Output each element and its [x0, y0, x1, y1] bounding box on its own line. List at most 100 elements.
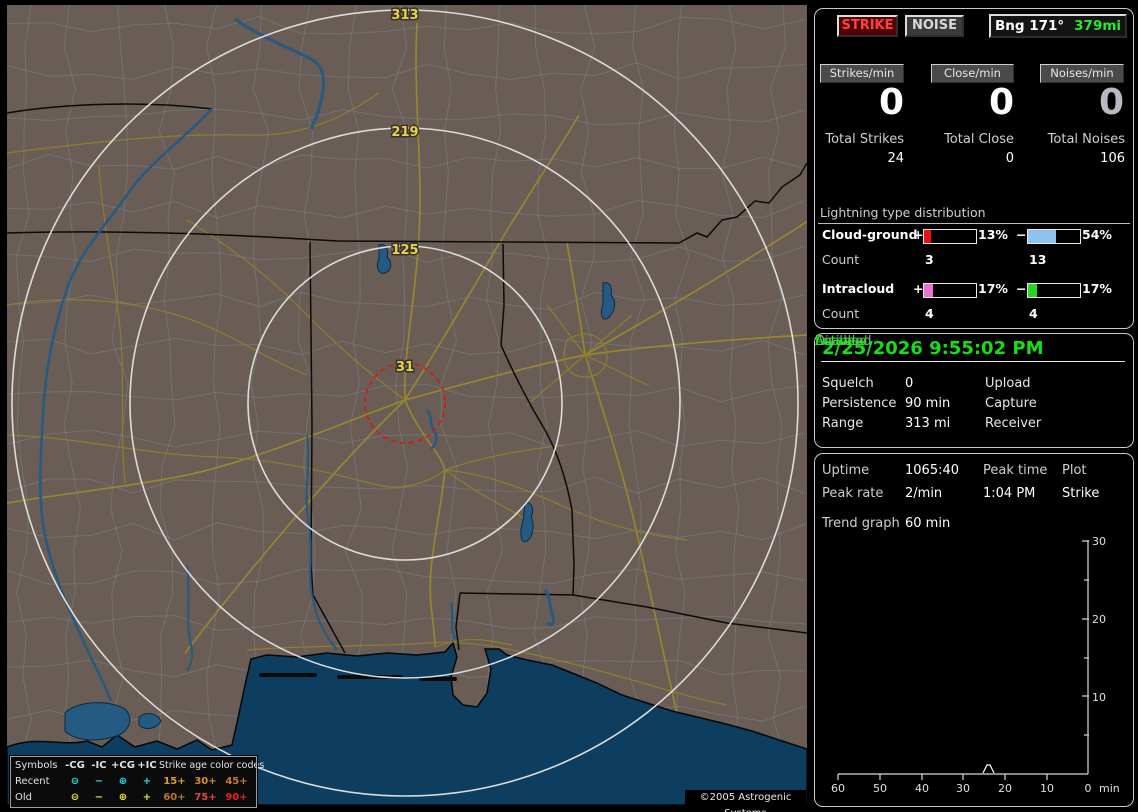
trend-panel: Uptime 1065:40 Peak time Plot Peak rate …: [814, 453, 1134, 807]
x-tick-60: 60: [831, 782, 845, 795]
old-pos-cg-icon: ⊕: [118, 791, 128, 803]
x-tick-0: 0: [1085, 782, 1092, 795]
ic-minus-sign: −: [1016, 281, 1027, 296]
age-30: 30+: [194, 775, 217, 787]
x-axis-ticks: [837, 774, 1048, 780]
strike-mode-button[interactable]: STRIKE: [837, 15, 898, 37]
ring-label-31: 31: [396, 360, 414, 375]
datetime-underline: [821, 361, 1125, 362]
trend-graph: 30 20 10 60 50 40 30 20 10 0 min: [831, 535, 1120, 795]
y-tick-30: 30: [1092, 535, 1106, 548]
ic-plus-count: 4: [925, 306, 934, 321]
legend-age-title: Strike age color codes: [159, 759, 265, 771]
cg-count-label: Count: [822, 252, 860, 267]
cg-minus-pct: 54%: [1082, 227, 1112, 242]
cg-plus-pct: 13%: [978, 227, 1008, 242]
age-90: 90+: [225, 791, 248, 803]
x-tick-30: 30: [956, 782, 970, 795]
range-value: 313 mi: [905, 416, 951, 431]
legend-symbols-header: Symbols: [15, 759, 58, 771]
bearing-value: Bng 171°: [994, 18, 1065, 34]
x-tick-50: 50: [873, 782, 887, 795]
recent-pos-ic-icon: +: [142, 775, 152, 787]
persistence-label: Persistence: [822, 396, 897, 411]
ic-minus-pct: 17%: [1082, 281, 1112, 296]
ic-plus-bar: [923, 283, 977, 298]
cg-minus-bar: [1027, 229, 1081, 244]
cg-minus-count: 13: [1029, 252, 1047, 267]
map-graphic: 313 219 125 31: [7, 5, 807, 805]
legend-pcg-header: +CG: [111, 759, 135, 771]
persistence-value: 90 min: [905, 396, 951, 411]
noises-per-min-label: Noises/min: [1040, 64, 1124, 83]
legend-old-row: Old ⊖ − ⊕ + 60+ 75+ 90+: [11, 789, 256, 805]
range-label: Range: [822, 416, 864, 431]
age-60: 60+: [163, 791, 186, 803]
old-neg-cg-icon: ⊖: [70, 791, 80, 803]
ring-label-219: 219: [391, 125, 418, 140]
cg-plus-bar-fill: [924, 230, 931, 243]
cg-plus-count: 3: [925, 252, 934, 267]
close-per-min-label: Close/min: [931, 64, 1014, 83]
receiver-label: Receiver: [985, 416, 1042, 431]
trend-strike-peak: [982, 764, 995, 774]
x-tick-10: 10: [1040, 782, 1054, 795]
ic-minus-count: 4: [1029, 306, 1038, 321]
receiver-status-panel: 2/25/2026 9:55:02 PM Squelch 0 Upload Di…: [814, 333, 1134, 448]
ic-plus-bar-fill: [924, 284, 933, 297]
strikes-per-min-label: Strikes/min: [820, 64, 904, 83]
noises-per-min-value: 0: [1098, 82, 1124, 123]
old-neg-ic-icon: −: [94, 791, 104, 803]
legend-nic-header: -IC: [91, 759, 107, 771]
age-15: 15+: [163, 775, 186, 787]
legend-pic-header: +IC: [137, 759, 157, 771]
legend-old-label: Old: [15, 791, 32, 803]
ic-minus-bar: [1027, 283, 1081, 298]
copyright-notice: ©2005 Astrogenic Systems: [685, 790, 806, 812]
recent-neg-ic-icon: −: [94, 775, 104, 787]
cg-plus-sign: +: [913, 227, 924, 242]
upload-label: Upload: [985, 376, 1031, 391]
recent-pos-cg-icon: ⊕: [118, 775, 128, 787]
age-45: 45+: [225, 775, 248, 787]
ic-plus-pct: 17%: [978, 281, 1008, 296]
bearing-distance: 379mi: [1074, 18, 1122, 34]
intracloud-label: Intracloud: [822, 281, 895, 296]
x-tick-20: 20: [998, 782, 1012, 795]
squelch-value: 0: [905, 376, 914, 391]
lightning-map[interactable]: 313 219 125 31 Symbols -CG -IC +CG +IC S…: [7, 5, 807, 812]
distribution-divider: [818, 223, 1130, 224]
legend-recent-label: Recent: [15, 775, 50, 787]
cloud-ground-label: Cloud-ground: [822, 227, 918, 242]
total-noises-value: 106: [1100, 151, 1125, 166]
distribution-title: Lightning type distribution: [820, 205, 986, 220]
legend-header-row: Symbols -CG -IC +CG +IC Strike age color…: [11, 757, 265, 773]
app-window: 313 219 125 31 Symbols -CG -IC +CG +IC S…: [0, 0, 1138, 812]
bearing-display: Bng 171° 379mi: [989, 14, 1127, 38]
y-tick-20: 20: [1092, 613, 1106, 626]
close-per-min-value: 0: [988, 82, 1014, 123]
ic-count-label: Count: [822, 306, 860, 321]
ic-plus-sign: +: [913, 281, 924, 296]
cg-minus-bar-fill: [1028, 230, 1057, 243]
symbol-legend: Symbols -CG -IC +CG +IC Strike age color…: [9, 755, 265, 809]
y-tick-10: 10: [1092, 691, 1106, 704]
x-tick-40: 40: [915, 782, 929, 795]
age-75: 75+: [194, 791, 217, 803]
strikes-per-min-value: 0: [878, 82, 904, 123]
x-axis-unit: min: [1099, 782, 1120, 795]
ic-minus-bar-fill: [1028, 284, 1037, 297]
total-noises-label: Total Noises: [1047, 132, 1125, 147]
ring-label-313: 313: [391, 8, 418, 23]
noise-mode-button[interactable]: NOISE: [905, 15, 964, 37]
recent-neg-cg-icon: ⊖: [70, 775, 80, 787]
cg-plus-bar: [923, 229, 977, 244]
receiver-status: Enabled: [815, 334, 868, 349]
capture-label: Capture: [985, 396, 1037, 411]
ring-label-125: 125: [391, 243, 418, 258]
cg-minus-sign: −: [1016, 227, 1027, 242]
old-pos-ic-icon: +: [142, 791, 152, 803]
squelch-label: Squelch: [822, 376, 874, 391]
strike-stats-panel: STRIKE NOISE Bng 171° 379mi Strikes/min C…: [814, 8, 1134, 329]
legend-recent-row: Recent ⊖ − ⊕ + 15+ 30+ 45+: [11, 773, 256, 789]
